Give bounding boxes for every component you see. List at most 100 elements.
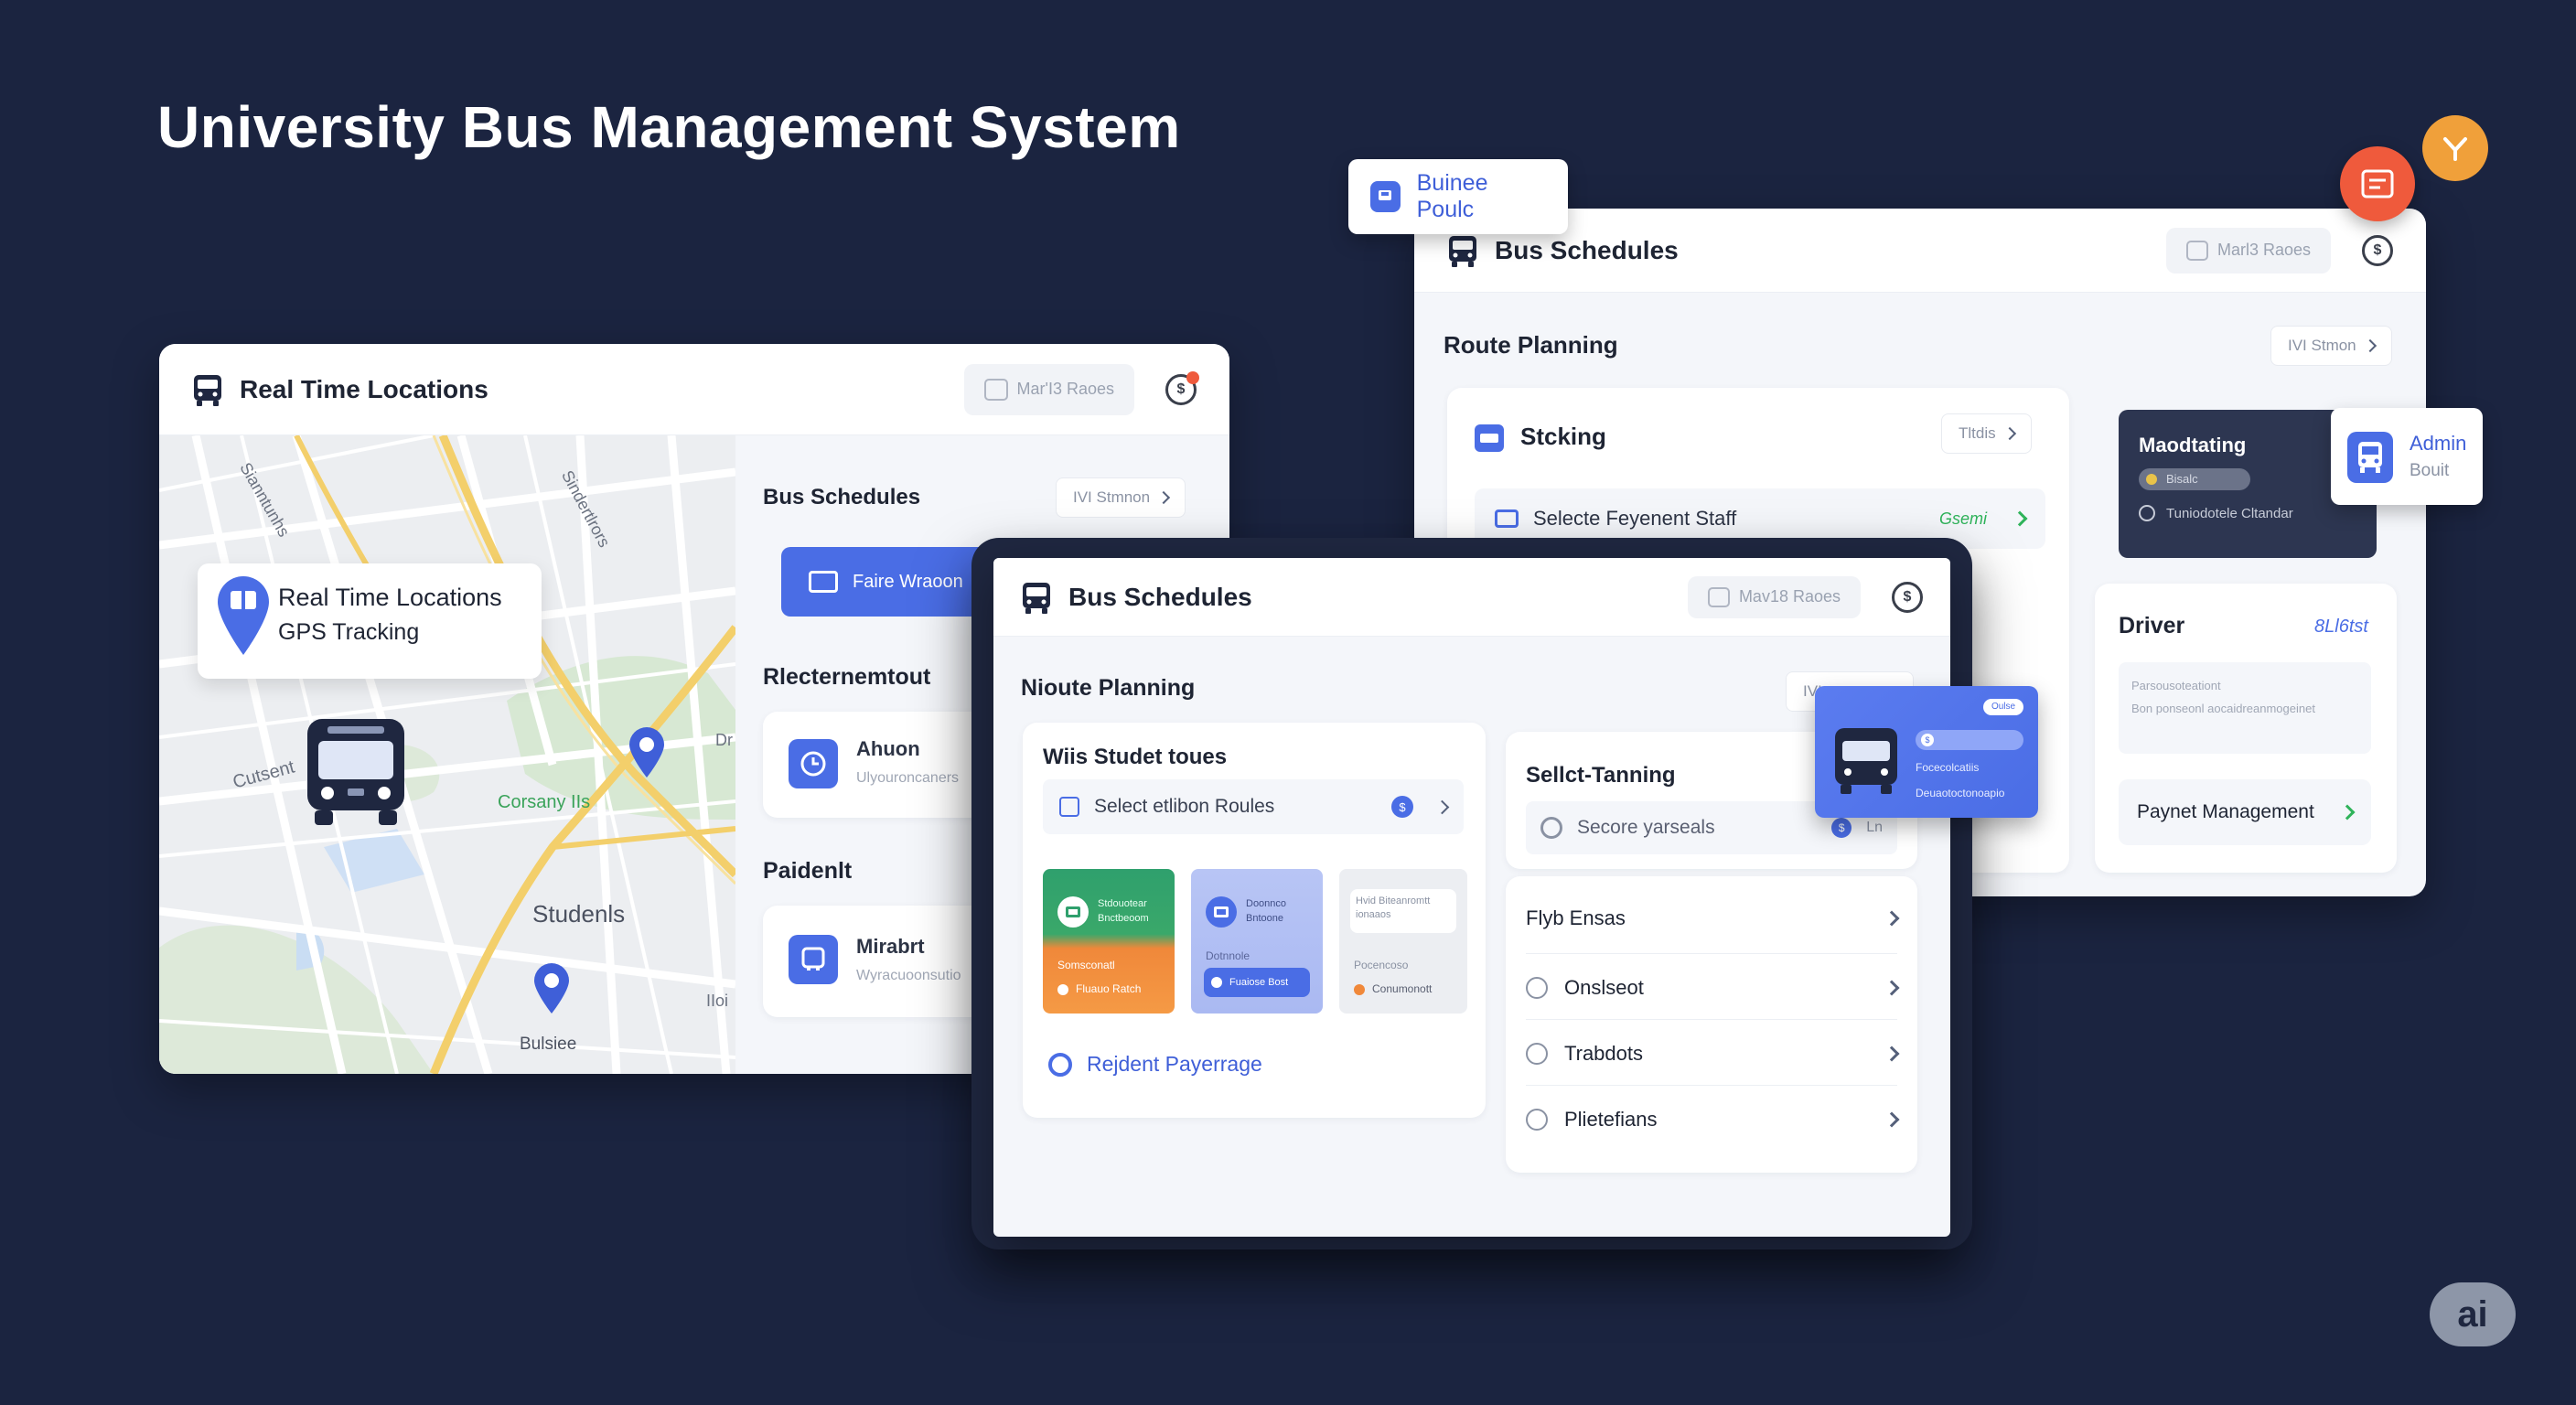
chevron-right-icon xyxy=(1434,799,1450,814)
status-dot xyxy=(2146,474,2157,485)
route-tile-green[interactable]: Stdouotear Bnctbeoom Somsconatl Fluauo R… xyxy=(1043,869,1175,1014)
notes-icon[interactable] xyxy=(2340,146,2415,221)
tile-subtitle: Dotnnole xyxy=(1206,949,1250,962)
payment-icon[interactable]: $ xyxy=(1892,581,1923,613)
map-label: IIoi xyxy=(706,992,729,1010)
select-routes-input[interactable]: Select etlibon Roules $ xyxy=(1043,779,1464,834)
driver-info-line: Parsousoteationt xyxy=(2131,679,2221,692)
side-section2-title: Paidenlt xyxy=(763,858,853,884)
list-header[interactable]: Flyb Ensas xyxy=(1526,893,1900,944)
driver-info-box: Parsousoteationt Bon ponseonl aocaidrean… xyxy=(2119,662,2371,754)
routes-filter-button[interactable]: Marl3 Raoes xyxy=(2165,227,2331,273)
resident-payment-label: Rejdent Payerrage xyxy=(1087,1052,1262,1076)
tile-button[interactable]: Fluauo Ratch xyxy=(1057,982,1141,995)
route-tag[interactable]: Buinee Poulc xyxy=(1348,159,1568,234)
chevron-right-icon xyxy=(1884,910,1900,927)
record-icon xyxy=(1048,1052,1072,1077)
bus-icon xyxy=(789,935,838,984)
item-subtitle: Wyracuoonsutio xyxy=(856,968,961,983)
route-more-button[interactable]: IVI Stmon xyxy=(2270,326,2392,366)
notification-dot xyxy=(1186,370,1199,384)
monitoring-title: Maodtating xyxy=(2139,434,2247,456)
panel-title: Wiis Studet toues xyxy=(1043,745,1228,769)
search-seats-label: Secore yarseals xyxy=(1577,817,1715,838)
route-tile-blue[interactable]: Doonnco Bntoone Dotnnole Fuaiose Bost xyxy=(1191,869,1323,1014)
stocking-button-label: Tltdis xyxy=(1959,424,1996,442)
list-item[interactable]: Plietefians xyxy=(1526,1094,1900,1145)
map-label: Bulsiee xyxy=(520,1035,577,1054)
chevron-right-icon xyxy=(1884,1046,1900,1062)
routes-filter-button[interactable]: Mar'I3 Raoes xyxy=(963,363,1134,415)
card-title: Bus Schedules xyxy=(1495,235,1679,264)
bus-icon xyxy=(1206,896,1237,928)
payment-icon[interactable]: $ xyxy=(1165,370,1199,405)
bus-icon xyxy=(1831,724,1901,802)
admin-card[interactable]: Admin Bouit xyxy=(2331,408,2483,505)
callout-subtitle: GPS Tracking xyxy=(278,619,420,645)
list-header-label: Flyb Ensas xyxy=(1526,906,1626,929)
monitoring-sub-label: Tuniodotele Cltandar xyxy=(2166,505,2293,521)
bus-icon xyxy=(1370,181,1401,212)
settings-icon xyxy=(2139,505,2155,521)
monitoring-sub: Tuniodotele Cltandar xyxy=(2139,505,2293,521)
calendar-icon xyxy=(1475,424,1504,452)
admin-subtitle: Bouit xyxy=(2410,461,2450,480)
side-title: Bus Schedules xyxy=(763,485,921,509)
item-title: Mirabrt xyxy=(856,935,925,958)
payment-management-button[interactable]: Paynet Management xyxy=(2119,779,2371,845)
overlay-toggle[interactable]: Oulse xyxy=(1983,699,2023,715)
panel-title: Sellct-Tanning xyxy=(1526,763,1676,788)
doc-icon xyxy=(1707,586,1730,607)
search-icon xyxy=(1540,817,1562,839)
list-item[interactable]: Trabdots xyxy=(1526,1028,1900,1079)
student-routes-panel: Wiis Studet toues Select etlibon Roules … xyxy=(1023,723,1486,1118)
payment-icon[interactable]: $ xyxy=(2362,234,2393,266)
bus-tracking-overlay[interactable]: Oulse $ Focecolcatiis Deuaotoctonoapio xyxy=(1815,686,2038,818)
select-staff-tag: Gsemi xyxy=(1938,509,1987,528)
routes-filter-label: Marl3 Raoes xyxy=(2216,241,2311,259)
location-pin-icon[interactable] xyxy=(532,962,571,1020)
bus-marker-icon[interactable] xyxy=(302,715,410,833)
bus-icon xyxy=(2347,432,2393,483)
dollar-glyph: $ xyxy=(1903,588,1912,605)
tile-button[interactable]: Conumonott xyxy=(1354,982,1432,995)
chevron-right-icon xyxy=(2012,510,2028,527)
select-staff-label: Selecte Feyenent Staff xyxy=(1533,507,1737,530)
faire-label: Faire Wraoon xyxy=(853,571,963,592)
map-view[interactable]: Sianntunhs Sindertlrors Cutsent Corsany … xyxy=(159,435,735,1074)
routes-filter-label: Mav18 Raoes xyxy=(1738,587,1841,606)
map-label: Studenls xyxy=(532,900,626,928)
tile-subtitle: Somsconatl xyxy=(1057,959,1115,971)
side-more-button[interactable]: IVI Stmnon xyxy=(1056,477,1186,518)
doc-icon xyxy=(2185,240,2208,261)
chevron-right-icon xyxy=(1884,980,1900,996)
chevron-right-icon xyxy=(2339,804,2356,820)
merge-icon[interactable] xyxy=(2422,115,2488,181)
chevron-right-icon xyxy=(2002,426,2016,441)
bus-icon xyxy=(192,373,223,406)
stocking-button[interactable]: Tltdis xyxy=(1941,413,2032,454)
location-pin-icon[interactable] xyxy=(628,726,666,784)
resident-payment-link[interactable]: Rejdent Payerrage xyxy=(1048,1052,1262,1077)
clock-icon xyxy=(789,739,838,788)
tile-button[interactable]: Fuaiose Bost xyxy=(1204,968,1310,997)
dollar-glyph: $ xyxy=(2373,241,2382,258)
doc-icon xyxy=(983,378,1008,401)
stocking-title: Stcking xyxy=(1520,423,1606,450)
map-label: Corsany IIs xyxy=(498,792,591,812)
list-divider xyxy=(1526,1019,1897,1020)
item-subtitle: Ulyouroncaners xyxy=(856,770,960,786)
bus-icon xyxy=(1447,234,1478,267)
bus-icon xyxy=(1057,896,1089,928)
route-planning-title: Nioute Planning xyxy=(1021,675,1196,701)
overlay-bar: $ xyxy=(1916,730,2023,750)
callout-title: Real Time Locations xyxy=(278,584,502,611)
calendar-icon xyxy=(1059,797,1079,817)
route-tag-label: Buinee Poulc xyxy=(1416,170,1488,222)
list-item[interactable]: Onslseot xyxy=(1526,962,1900,1014)
route-tile-gray[interactable]: Hvid Biteanromtt ionaaos Pocencoso Conum… xyxy=(1339,869,1467,1014)
side-more-label: IVI Stmnon xyxy=(1073,488,1151,506)
search-tag: Ln xyxy=(1866,820,1883,835)
driver-title: Driver xyxy=(2119,613,2185,638)
routes-filter-button[interactable]: Mav18 Raoes xyxy=(1687,575,1861,618)
